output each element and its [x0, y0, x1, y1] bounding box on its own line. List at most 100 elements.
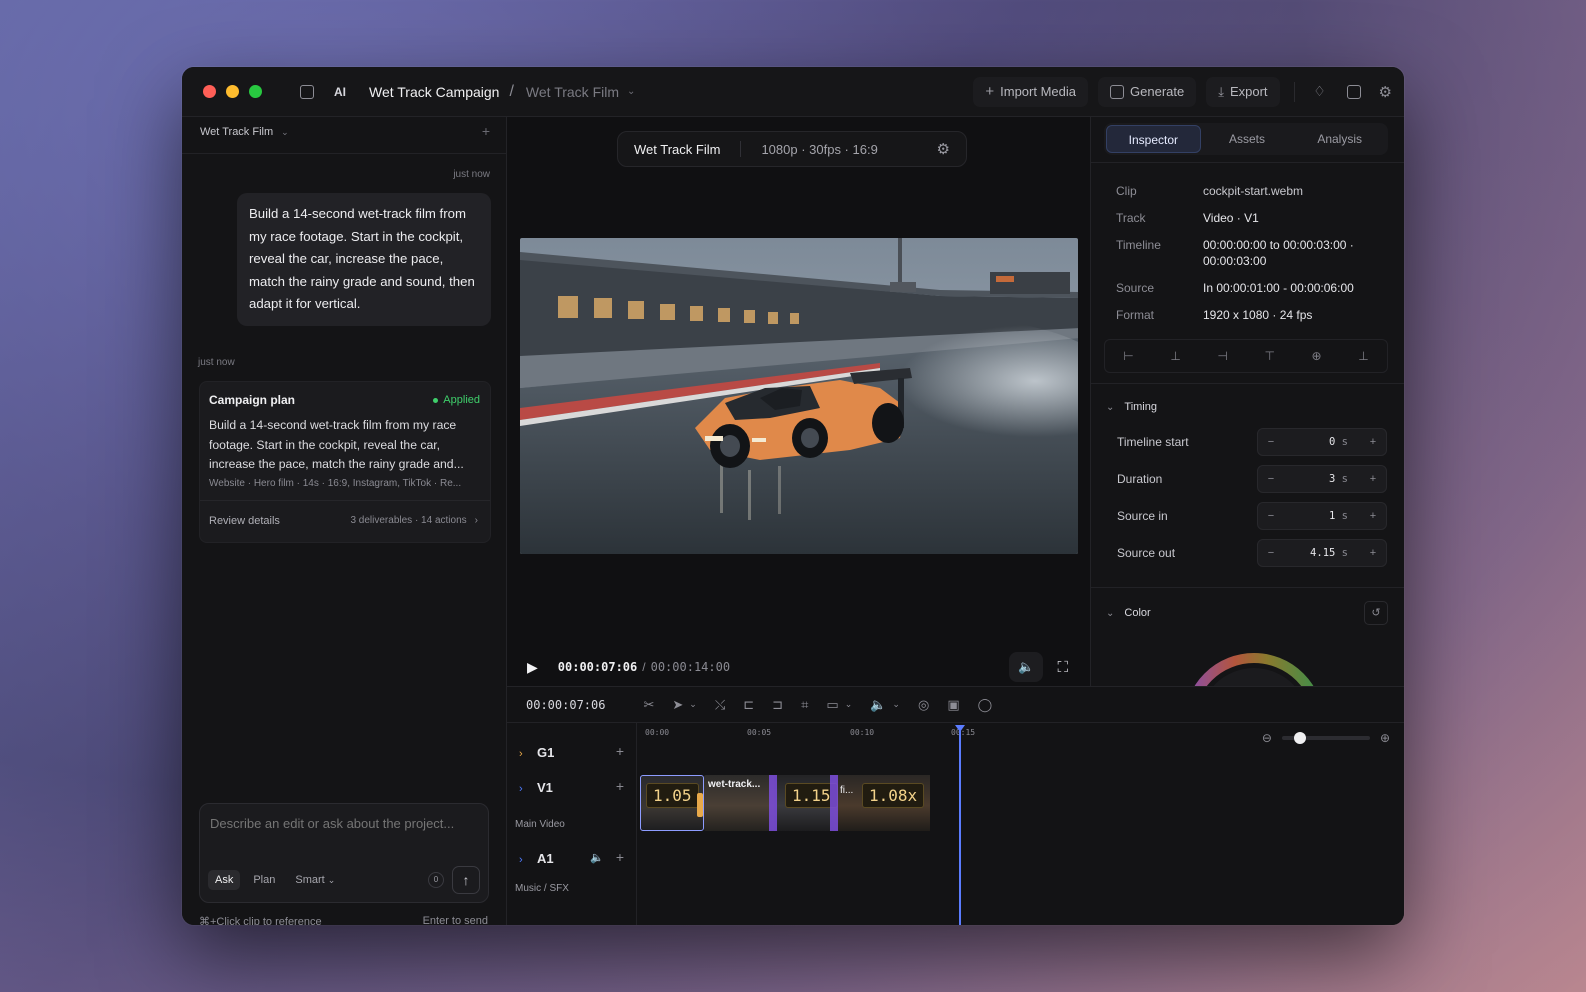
close-window-button[interactable] [203, 85, 216, 98]
increment-icon[interactable]: + [1360, 510, 1386, 522]
speed-chip: 1.08x [862, 783, 925, 808]
stepper-value: 3 s [1284, 473, 1360, 485]
zoom-in-icon[interactable]: ⊕ [1380, 731, 1390, 745]
color-section-header[interactable]: ⌄ Color [1106, 607, 1151, 619]
import-media-button[interactable]: + Import Media [973, 76, 1089, 107]
timeline-timecode: 00:00:07:06 [526, 697, 606, 712]
new-chat-plus-icon[interactable]: + [482, 123, 490, 139]
timing-section-header[interactable]: ⌄ Timing [1106, 401, 1157, 413]
chevron-down-icon[interactable]: ⌄ [627, 86, 635, 97]
align-center-vertical-icon[interactable]: ⊥ [1170, 349, 1180, 363]
unit-label: s [1341, 473, 1348, 485]
playhead[interactable] [955, 725, 965, 925]
zoom-out-icon[interactable]: ⊖ [1262, 731, 1272, 745]
ripple-icon[interactable]: ⤯ [715, 697, 725, 713]
timing-header-label: Timing [1124, 401, 1157, 413]
align-right-icon[interactable]: ⊣ [1217, 349, 1227, 363]
increment-icon[interactable]: + [1360, 547, 1386, 559]
minimize-window-button[interactable] [226, 85, 239, 98]
fullscreen-icon[interactable]: ⛶ [1057, 659, 1068, 676]
send-arrow-icon[interactable]: ↑ [452, 866, 480, 894]
play-icon[interactable]: ▶ [527, 659, 538, 676]
align-middle-icon[interactable]: ⊕ [1312, 349, 1322, 363]
transition-marker[interactable] [769, 775, 777, 831]
align-bottom-icon[interactable]: ⊥ [1358, 349, 1368, 363]
plan-counts[interactable]: 3 deliverables · 14 actions › [350, 515, 478, 526]
divider [182, 153, 506, 154]
layout-icon[interactable]: ▣ [947, 697, 959, 713]
gear-icon[interactable]: ⚙ [1379, 83, 1392, 101]
zoom-slider[interactable] [1281, 732, 1370, 744]
duration-stepper[interactable]: − 3 s + [1257, 465, 1387, 493]
tab-assets[interactable]: Assets [1201, 125, 1294, 153]
align-left-icon[interactable]: ⊢ [1123, 349, 1133, 363]
review-details-link[interactable]: Review details [209, 515, 280, 527]
comment-icon[interactable]: ◯ [978, 697, 993, 713]
v1-clips: 1.05 wet-track... 1.15 fi... 1.08x [640, 775, 930, 831]
transition-handle[interactable] [697, 793, 703, 817]
speaker-icon[interactable]: 🔈 [590, 851, 604, 864]
scissors-icon[interactable]: ✂ [643, 697, 654, 713]
align-top-icon[interactable]: ⊤ [1264, 349, 1274, 363]
crop-icon[interactable]: ⌗ [801, 697, 808, 713]
unit-label: s [1341, 510, 1348, 522]
decrement-icon[interactable]: − [1258, 436, 1284, 448]
chevron-right-icon[interactable]: › [519, 854, 523, 866]
chat-header[interactable]: Wet Track Film ⌄ [200, 126, 289, 138]
video-preview[interactable] [520, 238, 1078, 554]
settings-gear-icon[interactable]: ⚙ [937, 140, 950, 158]
stepper-value: 0 s [1284, 436, 1360, 448]
project-name[interactable]: Wet Track Campaign [369, 84, 499, 100]
chat-input[interactable] [210, 816, 478, 831]
viewer-title: Wet Track Film [634, 141, 721, 157]
clip-name-label: wet-track... [708, 779, 761, 790]
decrement-icon[interactable]: − [1258, 547, 1284, 559]
maximize-window-button[interactable] [249, 85, 262, 98]
export-button[interactable]: ⤓ Export [1206, 76, 1280, 107]
reset-icon[interactable]: ↺ [1364, 601, 1388, 625]
add-track-plus-icon[interactable]: + [616, 743, 624, 759]
campaign-plan-card[interactable]: Campaign plan Applied Build a 14-second … [199, 381, 491, 543]
decrement-icon[interactable]: − [1258, 473, 1284, 485]
trim-start-icon[interactable]: ⊏ [743, 697, 754, 713]
reply-timestamp: just now [198, 357, 235, 368]
add-track-plus-icon[interactable]: + [616, 849, 624, 865]
add-track-plus-icon[interactable]: + [616, 778, 624, 794]
transition-marker[interactable] [830, 775, 838, 831]
chevron-down-icon[interactable]: ⌄ [689, 699, 697, 710]
tab-analysis[interactable]: Analysis [1293, 125, 1386, 153]
source-out-stepper[interactable]: − 4.15 s + [1257, 539, 1387, 567]
mode-plan-button[interactable]: Plan [246, 870, 282, 890]
status-dot-icon [433, 397, 439, 403]
increment-icon[interactable]: + [1360, 436, 1386, 448]
chevron-down-icon[interactable]: ⌄ [845, 699, 853, 710]
increment-icon[interactable]: + [1360, 473, 1386, 485]
color-header-label: Color [1124, 607, 1151, 619]
lightbulb-icon[interactable]: ♢ [1309, 83, 1331, 100]
audio-icon[interactable]: 🔈 [870, 697, 886, 713]
volume-icon[interactable]: 🔈 [1009, 652, 1044, 682]
effects-icon[interactable]: ◎ [918, 697, 929, 713]
chevron-right-icon[interactable]: › [519, 783, 523, 795]
trim-end-icon[interactable]: ⊐ [772, 697, 783, 713]
sidebar-toggle-icon[interactable] [300, 84, 314, 99]
timeline-start-stepper[interactable]: − 0 s + [1257, 428, 1387, 456]
mode-ask-button[interactable]: Ask [208, 870, 241, 890]
ai-toggle[interactable]: AI [334, 85, 346, 99]
zoom-handle[interactable] [1293, 732, 1306, 744]
layout-panel-icon[interactable] [1346, 84, 1361, 99]
playhead-marker-icon[interactable] [955, 725, 965, 732]
sequence-name[interactable]: Wet Track Film [526, 84, 619, 100]
tab-inspector[interactable]: Inspector [1106, 125, 1201, 153]
decrement-icon[interactable]: − [1258, 510, 1284, 522]
chevron-right-icon[interactable]: › [519, 748, 523, 760]
select-pointer-icon[interactable]: ➤ [672, 697, 683, 713]
generate-button[interactable]: Generate [1098, 76, 1197, 107]
zoom-controls: ⊖ ⊕ [1262, 731, 1390, 745]
camera-icon[interactable]: ▭ [826, 697, 838, 713]
source-in-stepper[interactable]: − 1 s + [1257, 502, 1387, 530]
model-select[interactable]: Smart ⌄ [288, 870, 342, 890]
chevron-down-icon[interactable]: ⌄ [892, 699, 900, 710]
chat-composer[interactable]: Ask Plan Smart ⌄ 0 ↑ [199, 803, 489, 903]
chevron-down-icon: ⌄ [1106, 607, 1115, 619]
